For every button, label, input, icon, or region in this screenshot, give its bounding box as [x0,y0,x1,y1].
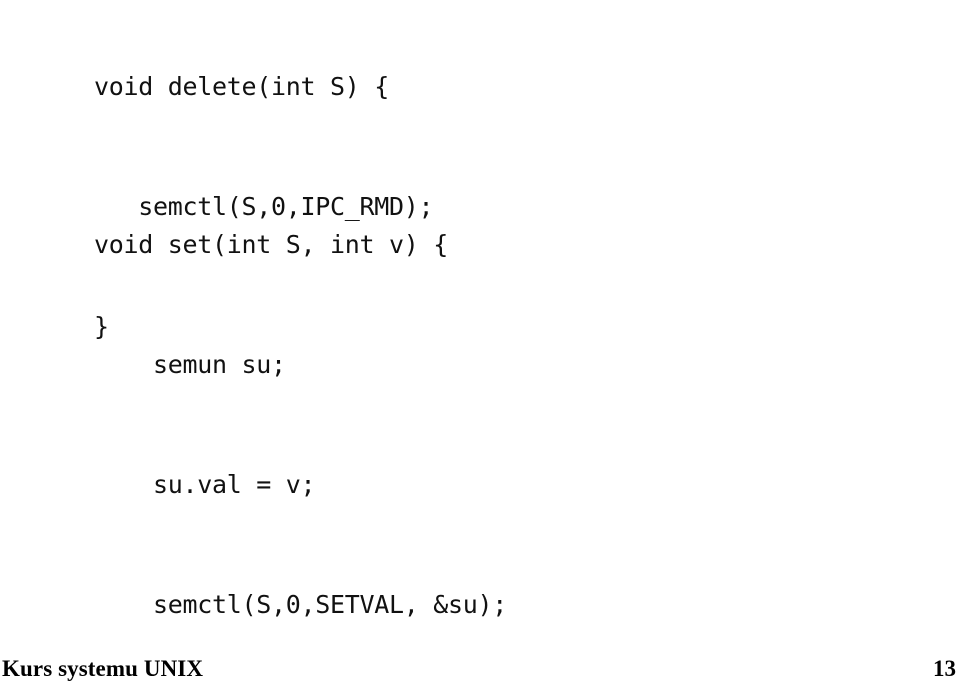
footer-course-title: Kurs systemu UNIX [2,656,204,681]
slide-page: void delete(int S) { semctl(S,0,IPC_RMD)… [0,0,960,686]
code-line: semun su; [94,350,286,379]
code-line: semctl(S,0,SETVAL, &su); [94,590,508,619]
code-line: void set(int S, int v) { [94,230,449,259]
slide-footer: Kurs systemu UNIX 13 [0,638,960,686]
code-line: void delete(int S) { [94,72,390,101]
code-line: su.val = v; [94,470,316,499]
footer-page-number: 13 [933,656,956,681]
code-block-set: void set(int S, int v) { semun su; su.va… [94,145,507,686]
